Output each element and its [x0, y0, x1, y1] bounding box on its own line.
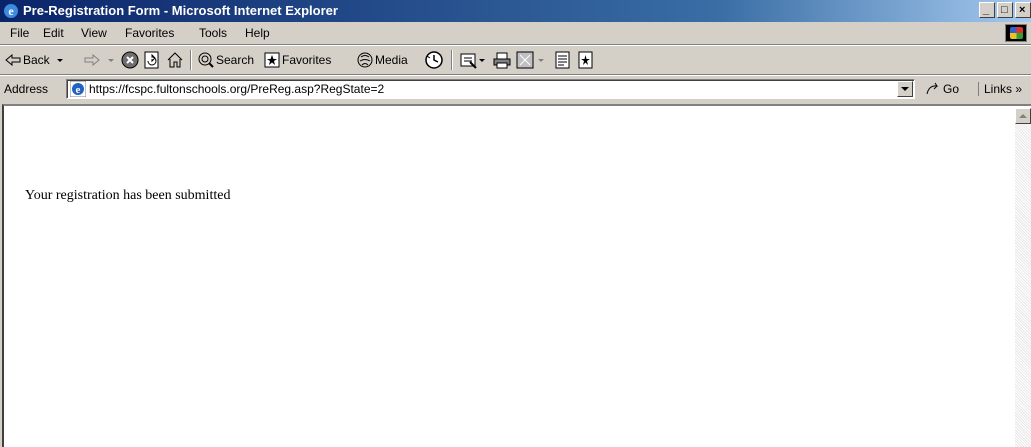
search-label: Search — [216, 53, 255, 67]
svg-text:e: e — [8, 4, 14, 18]
dropdown-arrow-icon — [538, 59, 544, 62]
menu-help[interactable]: Help — [245, 26, 270, 40]
messenger-button[interactable] — [578, 51, 594, 69]
confirmation-message: Your registration has been submitted — [25, 188, 231, 203]
dropdown-arrow-icon — [108, 59, 114, 62]
home-button[interactable] — [166, 51, 184, 69]
minimize-button[interactable]: _ — [979, 2, 995, 18]
title-bar[interactable]: e Pre-Registration Form - Microsoft Inte… — [0, 0, 1031, 22]
dropdown-arrow-icon — [56, 59, 63, 62]
go-arrow-icon — [926, 82, 939, 95]
stop-icon — [121, 51, 139, 69]
links-button[interactable]: Links » — [978, 82, 1022, 96]
menu-favorites[interactable]: Favorites — [125, 26, 174, 40]
refresh-icon — [144, 51, 159, 69]
history-button[interactable] — [424, 51, 444, 69]
ie-logo-icon: e — [4, 4, 18, 18]
favorites-button[interactable]: Favorites — [264, 51, 331, 69]
forward-arrow-icon — [84, 54, 100, 66]
back-arrow-icon — [5, 54, 21, 66]
back-button[interactable]: Back — [5, 51, 65, 69]
vertical-scrollbar[interactable] — [1015, 108, 1031, 447]
print-button[interactable] — [493, 51, 511, 69]
svg-text:e: e — [76, 84, 81, 96]
discuss-button[interactable] — [555, 51, 571, 69]
menu-tools[interactable]: Tools — [199, 26, 227, 40]
go-button[interactable]: Go — [925, 82, 959, 96]
search-button[interactable]: Search — [197, 51, 254, 69]
window-title: Pre-Registration Form - Microsoft Intern… — [23, 3, 338, 18]
mail-button[interactable] — [460, 51, 486, 69]
messenger-icon — [578, 51, 593, 69]
media-icon — [357, 52, 373, 68]
print-icon — [493, 52, 511, 69]
go-label: Go — [943, 82, 960, 96]
media-button[interactable]: Media — [356, 51, 408, 69]
stop-button[interactable] — [121, 51, 139, 69]
favorites-icon — [264, 52, 280, 68]
ie-page-icon: e — [70, 81, 86, 97]
forward-button[interactable] — [84, 51, 116, 69]
toolbar-separator — [190, 50, 192, 70]
page-content: Your registration has been submitted — [2, 104, 1031, 447]
edit-button[interactable] — [516, 51, 545, 69]
scroll-up-button[interactable] — [1015, 108, 1031, 124]
home-icon — [167, 52, 183, 68]
back-label: Back — [23, 53, 50, 67]
media-label: Media — [375, 53, 408, 67]
mail-icon — [460, 53, 477, 69]
refresh-button[interactable] — [144, 51, 160, 69]
edit-icon — [516, 51, 534, 69]
menu-view[interactable]: View — [81, 26, 107, 40]
address-dropdown-button[interactable] — [897, 81, 913, 97]
menu-file[interactable]: File — [10, 26, 29, 40]
menu-bar: File Edit View Favorites Tools Help — [0, 22, 1031, 45]
maximize-button[interactable]: □ — [997, 2, 1013, 18]
standard-toolbar: Back Search Favorites Media — [0, 46, 1031, 75]
search-icon — [198, 52, 214, 68]
address-input[interactable]: e https://fcspc.fultonschools.org/PreReg… — [66, 79, 915, 99]
toolbar-separator — [451, 50, 453, 70]
menu-edit[interactable]: Edit — [43, 26, 64, 40]
history-icon — [425, 51, 443, 69]
close-button[interactable]: × — [1015, 2, 1031, 18]
windows-logo-icon — [1005, 24, 1027, 42]
address-bar: Address e https://fcspc.fultonschools.or… — [0, 76, 1031, 102]
dropdown-arrow-icon — [479, 59, 485, 62]
address-url: https://fcspc.fultonschools.org/PreReg.a… — [89, 82, 385, 96]
address-label: Address — [4, 82, 49, 96]
discuss-icon — [555, 51, 570, 69]
favorites-label: Favorites — [282, 53, 332, 67]
